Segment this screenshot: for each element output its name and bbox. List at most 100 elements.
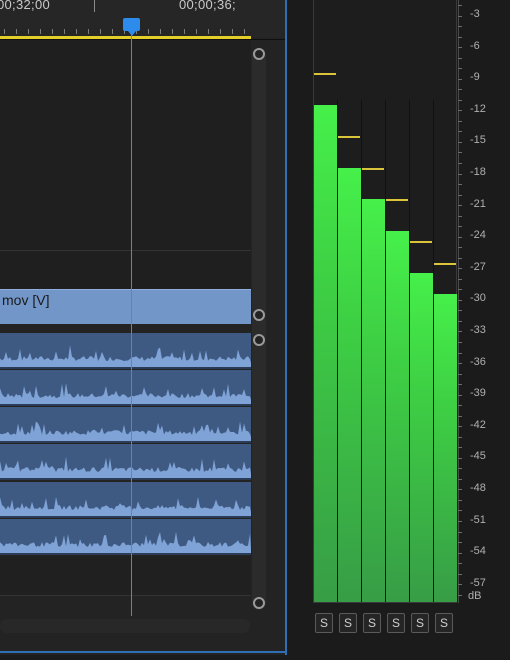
db-label: -30	[470, 292, 486, 305]
db-tick	[458, 499, 462, 501]
horizontal-scrollbar[interactable]	[0, 619, 250, 633]
ruler-divider	[94, 0, 95, 12]
db-tick	[458, 205, 462, 207]
vertical-scrollbar[interactable]	[252, 48, 266, 610]
meter-channel-1	[314, 104, 337, 602]
db-tick	[458, 36, 462, 38]
audio-clip-5[interactable]	[0, 482, 251, 518]
db-label: -51	[470, 513, 486, 526]
db-tick	[458, 78, 462, 80]
db-tick	[458, 15, 462, 17]
db-label: -57	[470, 576, 486, 589]
audio-waveform-4	[0, 456, 251, 478]
db-tick	[458, 173, 462, 175]
db-tick	[458, 268, 462, 270]
audio-clip-4[interactable]	[0, 444, 251, 480]
playhead-handle[interactable]	[123, 18, 140, 36]
waveform-path	[0, 345, 251, 367]
audio-scroll-handle-top[interactable]	[253, 334, 265, 346]
solo-button-6[interactable]: S	[435, 613, 453, 633]
db-tick	[458, 215, 462, 217]
db-tick	[458, 110, 462, 112]
db-tick	[458, 89, 462, 91]
solo-button-4[interactable]: S	[387, 613, 405, 633]
solo-button-1[interactable]: S	[315, 613, 333, 633]
db-tick	[458, 384, 462, 386]
db-tick	[458, 278, 462, 280]
db-tick	[458, 47, 462, 49]
db-tick	[458, 542, 462, 543]
ruler-tick	[112, 29, 113, 34]
audio-waveform-5	[0, 496, 251, 516]
channel-separator	[361, 100, 362, 602]
audio-waveform-1	[0, 345, 251, 367]
audio-waveform-3	[0, 421, 251, 441]
video-scroll-handle-top[interactable]	[253, 48, 265, 60]
waveform-path	[0, 421, 251, 441]
audio-track-empty[interactable]	[0, 556, 251, 596]
solo-button-5[interactable]: S	[411, 613, 429, 633]
video-scroll-handle-bottom[interactable]	[253, 309, 265, 321]
db-tick	[458, 457, 462, 459]
db-label: -15	[470, 134, 486, 147]
db-tick	[458, 415, 462, 417]
db-tick	[458, 468, 462, 470]
video-clip-label: mov [V]	[2, 292, 50, 308]
audio-waveform-2	[0, 383, 251, 404]
db-label: -36	[470, 355, 486, 368]
time-ruler[interactable]: 00;32;00 00;00;36;	[0, 0, 285, 38]
audio-clip-2[interactable]	[0, 370, 251, 406]
channel-separator	[433, 100, 434, 602]
db-scale-line	[458, 0, 459, 603]
db-tick	[458, 594, 462, 596]
db-tick	[458, 521, 462, 522]
audio-clip-3[interactable]	[0, 407, 251, 443]
db-tick	[458, 363, 462, 364]
db-tick	[458, 394, 462, 396]
db-tick	[458, 447, 462, 449]
peak-indicator-2	[338, 136, 360, 139]
db-label: -45	[470, 450, 486, 463]
audio-waveform-6	[0, 531, 251, 553]
audio-clip-1[interactable]	[0, 333, 251, 369]
db-label: -27	[470, 260, 486, 273]
solo-button-2[interactable]: S	[339, 613, 357, 633]
ruler-tick	[208, 29, 209, 34]
db-tick	[458, 320, 462, 322]
db-tick	[458, 331, 462, 333]
peak-indicator-5	[410, 241, 432, 244]
audio-scroll-handle-bottom[interactable]	[253, 597, 265, 609]
peak-indicator-6	[434, 262, 456, 265]
db-tick	[458, 257, 462, 259]
channel-separator	[385, 100, 386, 602]
waveform-path	[0, 383, 251, 404]
db-tick	[458, 478, 462, 480]
db-tick	[458, 5, 462, 6]
db-tick	[458, 247, 462, 249]
db-tick	[458, 68, 462, 70]
waveform-path	[0, 456, 251, 478]
waveform-path	[0, 531, 251, 553]
ruler-tick	[196, 29, 197, 34]
meter-channel-5	[410, 273, 433, 602]
db-tick	[458, 352, 462, 354]
solo-button-3[interactable]: S	[363, 613, 381, 633]
db-tick	[458, 57, 462, 59]
db-label: -12	[470, 102, 486, 115]
peak-indicator-3	[362, 167, 384, 170]
audio-clip-6[interactable]	[0, 519, 251, 555]
db-tick	[458, 162, 462, 164]
ruler-tick	[40, 29, 41, 34]
timeline-panel: 00;32;00 00;00;36; mov [V]	[0, 0, 287, 655]
video-track-empty[interactable]	[0, 40, 251, 290]
ruler-tick	[184, 29, 185, 34]
db-tick	[458, 289, 462, 291]
video-clip[interactable]: mov [V]	[0, 289, 251, 324]
db-tick	[458, 236, 462, 238]
db-label: -9	[470, 71, 480, 84]
ruler-tick	[76, 29, 77, 34]
ruler-tick	[244, 29, 245, 34]
peak-indicator-4	[386, 199, 408, 202]
channel-separator	[409, 100, 410, 602]
ruler-tick	[88, 29, 89, 34]
